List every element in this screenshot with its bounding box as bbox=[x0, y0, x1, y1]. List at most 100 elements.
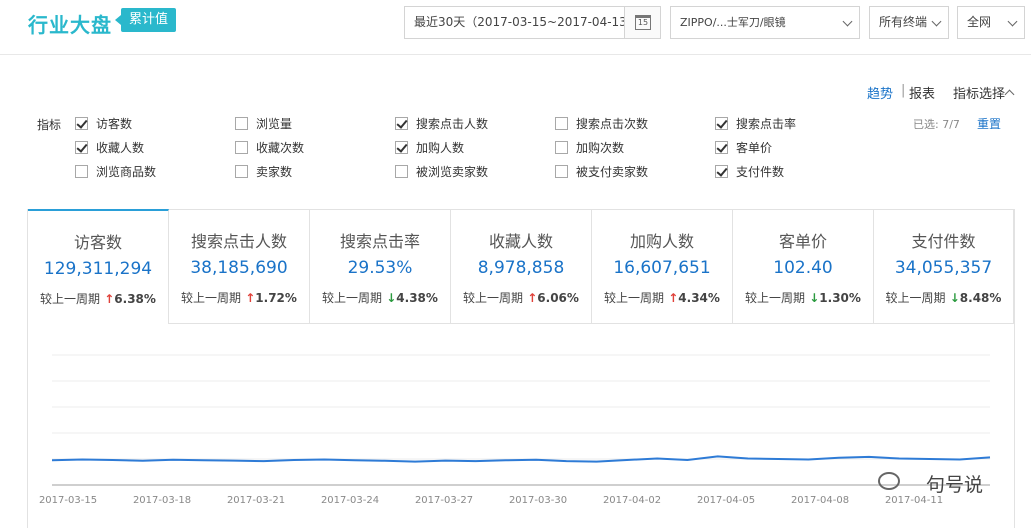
metric-card[interactable]: 支付件数 34,055,357 较上一周期 ↓8.48% bbox=[874, 209, 1014, 324]
checkbox-checked-icon[interactable] bbox=[715, 165, 728, 178]
metric-compare: 较上一周期 ↓1.30% bbox=[733, 289, 873, 306]
metric-name: 搜索点击率 bbox=[339, 232, 420, 251]
indicator-checkbox-label: 搜索点击次数 bbox=[576, 117, 649, 131]
metric-value: 129,311,294 bbox=[43, 259, 153, 279]
compare-label: 较上一周期 bbox=[745, 291, 806, 305]
indicator-checkbox-label: 被支付卖家数 bbox=[576, 165, 649, 179]
metric-value: 34,055,357 bbox=[894, 258, 993, 278]
arrow-up-icon: ↑ bbox=[100, 292, 115, 306]
indicator-checkbox[interactable]: 搜索点击次数 bbox=[555, 117, 648, 133]
indicator-checkbox[interactable]: 收藏次数 bbox=[235, 141, 304, 157]
indicator-select-toggle[interactable]: 指标选择 bbox=[953, 83, 1005, 102]
indicator-checkbox[interactable]: 客单价 bbox=[715, 141, 772, 157]
metric-card[interactable]: 搜索点击人数 38,185,690 较上一周期 ↑1.72% bbox=[169, 209, 310, 324]
metric-value: 29.53% bbox=[347, 258, 413, 278]
page-title: 行业大盘 bbox=[28, 13, 112, 37]
metric-name: 搜索点击人数 bbox=[190, 232, 287, 251]
tab-trend[interactable]: 趋势 bbox=[867, 83, 893, 102]
checkbox-unchecked-icon[interactable] bbox=[555, 165, 568, 178]
metric-card[interactable]: 搜索点击率 29.53% 较上一周期 ↓4.38% bbox=[310, 209, 451, 324]
metric-name: 访客数 bbox=[73, 233, 122, 252]
checkbox-unchecked-icon[interactable] bbox=[395, 165, 408, 178]
indicator-checkbox[interactable]: 浏览量 bbox=[235, 117, 292, 133]
checkbox-unchecked-icon[interactable] bbox=[75, 165, 88, 178]
checkbox-unchecked-icon[interactable] bbox=[235, 141, 248, 154]
indicator-checkbox[interactable]: 搜索点击人数 bbox=[395, 117, 488, 133]
trend-chart-svg: 2017-03-15 2017-03-18 2017-03-21 2017-03-24… bbox=[39, 354, 991, 506]
indicator-checkbox[interactable]: 收藏人数 bbox=[75, 141, 144, 157]
terminal-value: 所有终端 bbox=[879, 15, 928, 29]
metric-card[interactable]: 客单价 102.40 较上一周期 ↓1.30% bbox=[733, 209, 874, 324]
compare-percent: 4.34% bbox=[678, 291, 720, 305]
date-range-picker[interactable]: 最近30天（2017-03-15~2017-04-13） 15 bbox=[404, 6, 661, 39]
metric-value: 102.40 bbox=[773, 258, 833, 278]
indicator-checkbox[interactable]: 浏览商品数 bbox=[75, 165, 156, 181]
terminal-select[interactable]: 所有终端 bbox=[869, 6, 949, 39]
arrow-down-icon: ↓ bbox=[382, 291, 397, 305]
compare-label: 较上一周期 bbox=[885, 291, 946, 305]
network-select[interactable]: 全网 bbox=[957, 6, 1025, 39]
chevron-up-icon[interactable] bbox=[1004, 89, 1015, 100]
metric-card[interactable]: 收藏人数 8,978,858 较上一周期 ↑6.06% bbox=[451, 209, 592, 324]
indicator-checkbox[interactable]: 被支付卖家数 bbox=[555, 165, 648, 181]
indicator-checkbox-label: 加购次数 bbox=[576, 141, 625, 155]
x-tick-label: 2017-03-27 bbox=[415, 495, 473, 506]
tab-report[interactable]: 报表 bbox=[909, 83, 935, 102]
product-category-select[interactable]: ZIPPO/...士军刀/眼镜 bbox=[670, 6, 860, 39]
x-tick-label: 2017-03-15 bbox=[39, 495, 97, 506]
indicator-checkbox[interactable]: 搜索点击率 bbox=[715, 117, 796, 133]
indicator-checkbox[interactable]: 被浏览卖家数 bbox=[395, 165, 488, 181]
cumulative-badge[interactable]: 累计值 bbox=[114, 8, 177, 32]
indicator-checkbox-label: 被浏览卖家数 bbox=[416, 165, 489, 179]
x-tick-label: 2017-04-02 bbox=[603, 495, 661, 506]
indicator-checkbox[interactable]: 加购人数 bbox=[395, 141, 464, 157]
indicator-checkbox[interactable]: 加购次数 bbox=[555, 141, 624, 157]
indicator-checkbox-label: 卖家数 bbox=[256, 165, 293, 179]
x-tick-label: 2017-03-24 bbox=[321, 495, 379, 506]
selected-count: 已选: 7/7 bbox=[913, 118, 960, 131]
metric-name: 收藏人数 bbox=[488, 232, 553, 251]
checkbox-unchecked-icon[interactable] bbox=[555, 117, 568, 130]
metric-card[interactable]: 加购人数 16,607,651 较上一周期 ↑4.34% bbox=[592, 209, 733, 324]
metric-name: 支付件数 bbox=[911, 232, 976, 251]
product-category-value: ZIPPO/...士军刀/眼镜 bbox=[680, 16, 786, 29]
x-tick-label: 2017-03-18 bbox=[133, 495, 191, 506]
indicator-checkbox[interactable]: 卖家数 bbox=[235, 165, 292, 181]
date-range-text: 最近30天（2017-03-15~2017-04-13） bbox=[414, 15, 639, 29]
arrow-down-icon: ↓ bbox=[805, 291, 820, 305]
arrow-down-icon: ↓ bbox=[945, 291, 960, 305]
metric-cards: 访客数 129,311,294 较上一周期 ↑6.38% 搜索点击人数 38,185,6… bbox=[27, 209, 1015, 324]
compare-label: 较上一周期 bbox=[463, 291, 524, 305]
checkbox-checked-icon[interactable] bbox=[395, 141, 408, 154]
checkbox-checked-icon[interactable] bbox=[715, 117, 728, 130]
indicator-checkbox-label: 搜索点击率 bbox=[736, 117, 797, 131]
metric-card[interactable]: 访客数 129,311,294 较上一周期 ↑6.38% bbox=[28, 209, 169, 324]
checkbox-checked-icon[interactable] bbox=[75, 117, 88, 130]
indicator-checkbox-label: 客单价 bbox=[736, 141, 773, 155]
indicator-checkbox-label: 加购人数 bbox=[416, 141, 465, 155]
indicator-checkbox-label: 支付件数 bbox=[736, 165, 785, 179]
checkbox-unchecked-icon[interactable] bbox=[555, 141, 568, 154]
metric-compare: 较上一周期 ↓8.48% bbox=[874, 289, 1013, 306]
checkbox-checked-icon[interactable] bbox=[75, 141, 88, 154]
chevron-down-icon bbox=[1007, 16, 1018, 27]
indicator-checkbox[interactable]: 访客数 bbox=[75, 117, 132, 133]
compare-label: 较上一周期 bbox=[322, 291, 383, 305]
chevron-down-icon bbox=[842, 16, 853, 27]
indicator-checkbox[interactable]: 支付件数 bbox=[715, 165, 784, 181]
network-value: 全网 bbox=[967, 15, 992, 29]
checkbox-checked-icon[interactable] bbox=[395, 117, 408, 130]
compare-percent: 6.38% bbox=[114, 292, 156, 306]
checkbox-unchecked-icon[interactable] bbox=[235, 117, 248, 130]
reset-link[interactable]: 重置 bbox=[977, 115, 1001, 132]
checkbox-checked-icon[interactable] bbox=[715, 141, 728, 154]
indicator-checkbox-label: 收藏人数 bbox=[96, 141, 145, 155]
checkbox-unchecked-icon[interactable] bbox=[235, 165, 248, 178]
x-tick-label: 2017-03-21 bbox=[227, 495, 285, 506]
page-header: 行业大盘 累计值 最近30天（2017-03-15~2017-04-13） 15… bbox=[0, 0, 1031, 55]
indicator-checkbox-label: 搜索点击人数 bbox=[416, 117, 489, 131]
metric-compare: 较上一周期 ↑6.06% bbox=[451, 289, 591, 306]
metric-value: 8,978,858 bbox=[477, 258, 565, 278]
chevron-down-icon bbox=[931, 16, 942, 27]
calendar-icon[interactable]: 15 bbox=[624, 7, 660, 38]
